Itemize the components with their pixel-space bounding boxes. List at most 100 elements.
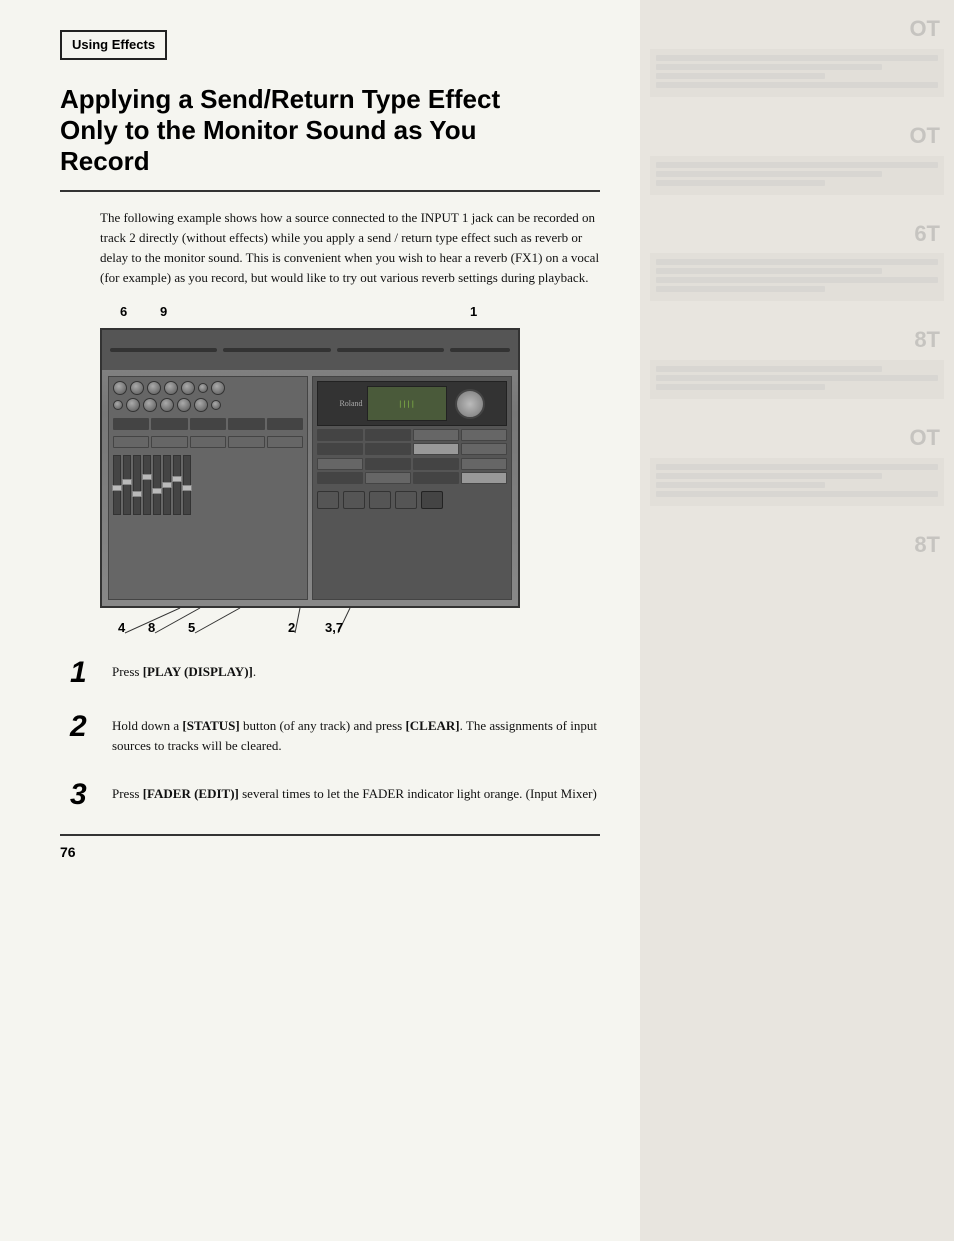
- fader-5: [153, 455, 161, 515]
- fader-cap-2: [122, 479, 132, 485]
- diagram-label-2: 2: [288, 620, 295, 635]
- step-2-text: Hold down a [STATUS] button (of any trac…: [112, 712, 600, 756]
- sidebar-line-6: [656, 171, 882, 177]
- knob-sm-1: [198, 383, 208, 393]
- diagram-arrows: [100, 608, 520, 638]
- step-1-bold-1: [PLAY (DISPLAY)]: [143, 664, 253, 679]
- sidebar-line-15: [656, 464, 938, 470]
- sidebar-line-2: [656, 64, 882, 70]
- step-2-bold-2: [CLEAR]: [405, 718, 459, 733]
- fader-8: [183, 455, 191, 515]
- fader-cap-3: [132, 491, 142, 497]
- knob-6: [211, 381, 225, 395]
- sidebar-num-bottom: 8T: [650, 526, 944, 565]
- btn-10: [267, 436, 303, 448]
- transport-btn-1: [317, 491, 339, 509]
- knob-2: [130, 381, 144, 395]
- step-1-text: Press [PLAY (DISPLAY)].: [112, 658, 256, 682]
- title-line1: Applying a Send/Return Type Effect: [60, 84, 500, 114]
- fader-3: [133, 455, 141, 515]
- panel-body: Roland ||||: [102, 370, 518, 606]
- fader-cap-5: [152, 488, 162, 494]
- sidebar-line-7: [656, 180, 825, 186]
- transport-btn-2: [343, 491, 365, 509]
- sidebar-num-3: 6T: [650, 215, 944, 254]
- step-2-bold-1: [STATUS]: [182, 718, 239, 733]
- transport-knob: [455, 389, 485, 419]
- btn-grid-8: [461, 443, 507, 455]
- btn-grid-10: [365, 458, 411, 470]
- fader-1: [113, 455, 121, 515]
- btn-grid-12: [461, 458, 507, 470]
- sidebar-line-9: [656, 268, 882, 274]
- sidebar-line-14: [656, 384, 825, 390]
- btn-4: [228, 418, 264, 430]
- step-2-container: 2 Hold down a [STATUS] button (of any tr…: [60, 712, 600, 756]
- diagram-label-9: 9: [160, 304, 167, 319]
- sidebar-line-12: [656, 366, 882, 372]
- diagram-label-6: 6: [120, 304, 127, 319]
- knob-5: [181, 381, 195, 395]
- button-grid-2: [317, 458, 507, 484]
- top-bar-3: [337, 348, 444, 352]
- knob-sm-2: [113, 400, 123, 410]
- step-1-number: 1: [70, 658, 100, 688]
- btn-grid-6: [365, 443, 411, 455]
- diagram-label-8: 8: [148, 620, 155, 635]
- knob-8: [143, 398, 157, 412]
- sidebar-line-8: [656, 259, 938, 265]
- knob-9: [160, 398, 174, 412]
- fader-cap-8: [182, 485, 192, 491]
- sidebar-block-1: [650, 49, 944, 97]
- sidebar-line-1: [656, 55, 938, 61]
- sidebar-line-16: [656, 473, 882, 479]
- top-bar-1: [110, 348, 217, 352]
- knob-11: [194, 398, 208, 412]
- right-sidebar: OT OT 6T 8T OT: [640, 0, 954, 1241]
- display-area: Roland ||||: [317, 381, 507, 426]
- fader-cap-1: [112, 485, 122, 491]
- knob-1: [113, 381, 127, 395]
- transport-btn-5: [421, 491, 443, 509]
- fader-7: [173, 455, 181, 515]
- sidebar-line-10: [656, 277, 938, 283]
- display-screen: ||||: [367, 386, 447, 421]
- sidebar-line-17: [656, 482, 825, 488]
- page-title: Applying a Send/Return Type Effect Only …: [60, 84, 600, 192]
- body-paragraph: The following example shows how a source…: [60, 208, 600, 289]
- btn-grid-5: [317, 443, 363, 455]
- panel-left-controls: [108, 376, 308, 600]
- sidebar-num-2: OT: [650, 117, 944, 156]
- sidebar-num-top: OT: [650, 10, 944, 49]
- fader-6: [163, 455, 171, 515]
- top-bar-4: [450, 348, 510, 352]
- btn-grid-16: [461, 472, 507, 484]
- main-content: Using Effects Applying a Send/Return Typ…: [0, 0, 640, 1241]
- sidebar-block-2: [650, 156, 944, 195]
- section-header-box: Using Effects: [60, 30, 167, 60]
- knob-3: [147, 381, 161, 395]
- step-3-text: Press [FADER (EDIT)] several times to le…: [112, 780, 597, 804]
- sidebar-num-5: OT: [650, 419, 944, 458]
- diagram-label-4: 4: [118, 620, 125, 635]
- section-label: Using Effects: [72, 37, 155, 52]
- btn-grid-7: [413, 443, 459, 455]
- device-image: Roland ||||: [100, 328, 520, 608]
- panel-right-controls: Roland ||||: [312, 376, 512, 600]
- btn-grid-1: [317, 429, 363, 441]
- fader-cap-4: [142, 474, 152, 480]
- btn-5: [267, 418, 303, 430]
- knob-sm-3: [211, 400, 221, 410]
- diagram-label-5: 5: [188, 620, 195, 635]
- step-3-number: 3: [70, 780, 100, 810]
- sidebar-line-18: [656, 491, 938, 497]
- sidebar-num-4: 8T: [650, 321, 944, 360]
- fader-4: [143, 455, 151, 515]
- sidebar-block-4: [650, 360, 944, 399]
- knob-4: [164, 381, 178, 395]
- btn-grid-15: [413, 472, 459, 484]
- btn-grid-2: [365, 429, 411, 441]
- btn-grid-9: [317, 458, 363, 470]
- diagram-label-37: 3,7: [325, 620, 343, 635]
- fader-2: [123, 455, 131, 515]
